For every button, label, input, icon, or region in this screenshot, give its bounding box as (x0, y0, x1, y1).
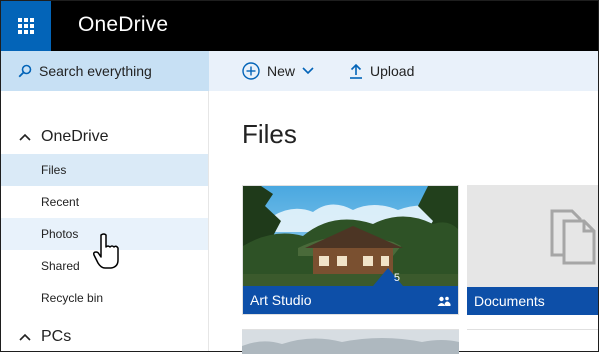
top-bar: OneDrive (1, 1, 598, 51)
sidebar-item-recycle-bin[interactable]: Recycle bin (1, 282, 208, 314)
documents-folder-icon (550, 209, 596, 265)
sidebar-item-label: Photos (41, 227, 79, 241)
sidebar-section-pcs-label: PCs (41, 328, 72, 345)
new-label: New (267, 63, 296, 79)
sidebar-item-files[interactable]: Files (1, 154, 208, 186)
item-count-badge: 5 (393, 272, 400, 284)
new-button[interactable]: New (242, 62, 321, 80)
sidebar-section-pcs[interactable]: PCs (1, 322, 208, 352)
folder-tile-documents[interactable]: Documents (467, 185, 598, 315)
page-title: Files (242, 119, 297, 149)
app-launcher-button[interactable] (1, 1, 51, 51)
chevron-up-icon (19, 333, 31, 341)
sidebar-item-label: Recent (41, 195, 80, 209)
brand-title[interactable]: OneDrive (78, 13, 168, 37)
sidebar-item-label: Files (41, 163, 67, 177)
upload-label: Upload (370, 63, 415, 79)
sidebar-section-onedrive[interactable]: OneDrive (1, 122, 208, 152)
sidebar-item-recent[interactable]: Recent (1, 186, 208, 218)
sidebar-item-label: Recycle bin (41, 291, 104, 305)
sidebar-item-label: Shared (41, 259, 80, 273)
folder-name: Art Studio (243, 286, 458, 314)
house-photo-thumbnail (243, 186, 458, 286)
sidebar-section-onedrive-label: OneDrive (41, 128, 109, 145)
command-bar: New Upload (209, 51, 598, 91)
upload-button[interactable]: Upload (349, 63, 414, 79)
upload-icon (350, 63, 363, 79)
hand-pointer-cursor (93, 233, 119, 269)
folder-tile-art-studio[interactable]: 5 Art Studio (242, 185, 459, 315)
folder-name: Documents (467, 287, 598, 315)
folder-tile-partial[interactable] (467, 329, 598, 353)
chevron-up-icon (19, 133, 31, 141)
waffle-grid-icon (18, 18, 34, 34)
search-icon (18, 64, 32, 78)
chevron-down-icon (302, 67, 314, 75)
shared-people-icon (437, 296, 451, 306)
partial-thumbnail (242, 330, 459, 354)
plus-circle-icon (242, 62, 260, 80)
search-label: Search everything (39, 63, 152, 79)
search-box[interactable]: Search everything (1, 51, 209, 91)
folder-tile-partial[interactable] (242, 329, 459, 354)
